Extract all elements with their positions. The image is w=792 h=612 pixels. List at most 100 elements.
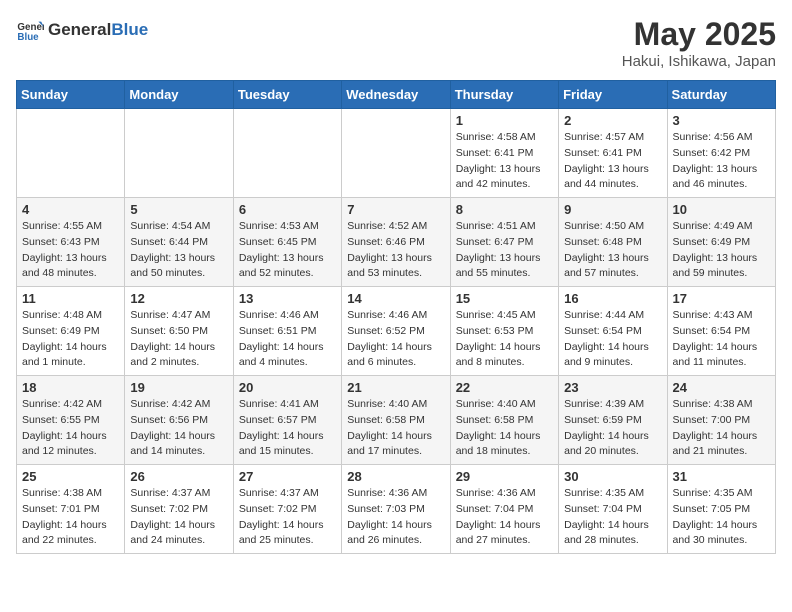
page-header: General Blue General Blue May 2025 Hakui,… bbox=[16, 16, 776, 70]
day-info: Sunrise: 4:42 AM Sunset: 6:55 PM Dayligh… bbox=[22, 397, 119, 460]
day-number: 19 bbox=[130, 380, 227, 395]
day-number: 12 bbox=[130, 291, 227, 306]
weekday-header: Friday bbox=[559, 81, 667, 109]
calendar-cell: 23Sunrise: 4:39 AM Sunset: 6:59 PM Dayli… bbox=[559, 376, 667, 465]
calendar-cell: 26Sunrise: 4:37 AM Sunset: 7:02 PM Dayli… bbox=[125, 465, 233, 554]
day-info: Sunrise: 4:43 AM Sunset: 6:54 PM Dayligh… bbox=[673, 308, 770, 371]
title-area: May 2025 Hakui, Ishikawa, Japan bbox=[622, 16, 776, 70]
calendar-week-row: 4Sunrise: 4:55 AM Sunset: 6:43 PM Daylig… bbox=[17, 198, 776, 287]
calendar-header-row: SundayMondayTuesdayWednesdayThursdayFrid… bbox=[17, 81, 776, 109]
day-info: Sunrise: 4:40 AM Sunset: 6:58 PM Dayligh… bbox=[347, 397, 444, 460]
calendar-cell: 28Sunrise: 4:36 AM Sunset: 7:03 PM Dayli… bbox=[342, 465, 450, 554]
day-info: Sunrise: 4:53 AM Sunset: 6:45 PM Dayligh… bbox=[239, 219, 336, 282]
calendar-cell: 18Sunrise: 4:42 AM Sunset: 6:55 PM Dayli… bbox=[17, 376, 125, 465]
weekday-header: Thursday bbox=[450, 81, 558, 109]
calendar-week-row: 11 Sunrise: 4:48 AM Sunset: 6:49 PM Dayli… bbox=[17, 287, 776, 376]
weekday-header: Sunday bbox=[17, 81, 125, 109]
calendar-cell: 27Sunrise: 4:37 AM Sunset: 7:02 PM Dayli… bbox=[233, 465, 341, 554]
calendar-cell bbox=[342, 109, 450, 198]
day-number: 10 bbox=[673, 202, 770, 217]
logo-general-text: General bbox=[48, 20, 111, 39]
calendar-cell: 4Sunrise: 4:55 AM Sunset: 6:43 PM Daylig… bbox=[17, 198, 125, 287]
day-info: Sunrise: 4:51 AM Sunset: 6:47 PM Dayligh… bbox=[456, 219, 553, 282]
day-info: Sunrise: 4:57 AM Sunset: 6:41 PM Dayligh… bbox=[564, 130, 661, 193]
day-info: Sunrise: 4:46 AM Sunset: 6:51 PM Dayligh… bbox=[239, 308, 336, 371]
day-info: Sunrise: 4:39 AM Sunset: 6:59 PM Dayligh… bbox=[564, 397, 661, 460]
calendar-cell: 7 Sunrise: 4:52 AM Sunset: 6:46 PM Daylig… bbox=[342, 198, 450, 287]
day-info: Sunrise: 4:36 AM Sunset: 7:04 PM Dayligh… bbox=[456, 486, 553, 549]
day-info: Sunrise: 4:44 AM Sunset: 6:54 PM Dayligh… bbox=[564, 308, 661, 371]
weekday-header: Wednesday bbox=[342, 81, 450, 109]
day-number: 6 bbox=[239, 202, 336, 217]
logo-icon: General Blue bbox=[16, 16, 44, 44]
calendar-cell: 8 Sunrise: 4:51 AM Sunset: 6:47 PM Daylig… bbox=[450, 198, 558, 287]
calendar-cell: 20 Sunrise: 4:41 AM Sunset: 6:57 PM Dayli… bbox=[233, 376, 341, 465]
calendar-cell: 11 Sunrise: 4:48 AM Sunset: 6:49 PM Dayli… bbox=[17, 287, 125, 376]
calendar-cell: 17Sunrise: 4:43 AM Sunset: 6:54 PM Dayli… bbox=[667, 287, 775, 376]
day-info: Sunrise: 4:38 AM Sunset: 7:00 PM Dayligh… bbox=[673, 397, 770, 460]
calendar-cell bbox=[125, 109, 233, 198]
calendar-week-row: 18Sunrise: 4:42 AM Sunset: 6:55 PM Dayli… bbox=[17, 376, 776, 465]
calendar-cell: 1 Sunrise: 4:58 AM Sunset: 6:41 PM Daylig… bbox=[450, 109, 558, 198]
calendar-cell: 31Sunrise: 4:35 AM Sunset: 7:05 PM Dayli… bbox=[667, 465, 775, 554]
day-number: 24 bbox=[673, 380, 770, 395]
calendar-cell: 16Sunrise: 4:44 AM Sunset: 6:54 PM Dayli… bbox=[559, 287, 667, 376]
calendar-cell: 6 Sunrise: 4:53 AM Sunset: 6:45 PM Daylig… bbox=[233, 198, 341, 287]
day-info: Sunrise: 4:58 AM Sunset: 6:41 PM Dayligh… bbox=[456, 130, 553, 193]
calendar-cell: 2 Sunrise: 4:57 AM Sunset: 6:41 PM Daylig… bbox=[559, 109, 667, 198]
day-info: Sunrise: 4:40 AM Sunset: 6:58 PM Dayligh… bbox=[456, 397, 553, 460]
calendar-cell: 10 Sunrise: 4:49 AM Sunset: 6:49 PM Dayli… bbox=[667, 198, 775, 287]
day-info: Sunrise: 4:38 AM Sunset: 7:01 PM Dayligh… bbox=[22, 486, 119, 549]
day-info: Sunrise: 4:37 AM Sunset: 7:02 PM Dayligh… bbox=[239, 486, 336, 549]
day-info: Sunrise: 4:42 AM Sunset: 6:56 PM Dayligh… bbox=[130, 397, 227, 460]
day-number: 26 bbox=[130, 469, 227, 484]
day-info: Sunrise: 4:52 AM Sunset: 6:46 PM Dayligh… bbox=[347, 219, 444, 282]
day-number: 1 bbox=[456, 113, 553, 128]
calendar-cell: 30 Sunrise: 4:35 AM Sunset: 7:04 PM Dayli… bbox=[559, 465, 667, 554]
day-info: Sunrise: 4:35 AM Sunset: 7:05 PM Dayligh… bbox=[673, 486, 770, 549]
day-number: 29 bbox=[456, 469, 553, 484]
calendar-cell bbox=[233, 109, 341, 198]
calendar-week-row: 25 Sunrise: 4:38 AM Sunset: 7:01 PM Dayli… bbox=[17, 465, 776, 554]
calendar-table: SundayMondayTuesdayWednesdayThursdayFrid… bbox=[16, 80, 776, 554]
day-number: 11 bbox=[22, 291, 119, 306]
calendar-cell: 12 Sunrise: 4:47 AM Sunset: 6:50 PM Dayli… bbox=[125, 287, 233, 376]
calendar-cell: 21 Sunrise: 4:40 AM Sunset: 6:58 PM Dayli… bbox=[342, 376, 450, 465]
day-number: 28 bbox=[347, 469, 444, 484]
day-number: 30 bbox=[564, 469, 661, 484]
day-number: 7 bbox=[347, 202, 444, 217]
day-number: 5 bbox=[130, 202, 227, 217]
day-number: 2 bbox=[564, 113, 661, 128]
day-info: Sunrise: 4:41 AM Sunset: 6:57 PM Dayligh… bbox=[239, 397, 336, 460]
day-info: Sunrise: 4:45 AM Sunset: 6:53 PM Dayligh… bbox=[456, 308, 553, 371]
calendar-cell: 3Sunrise: 4:56 AM Sunset: 6:42 PM Daylig… bbox=[667, 109, 775, 198]
weekday-header: Monday bbox=[125, 81, 233, 109]
day-info: Sunrise: 4:46 AM Sunset: 6:52 PM Dayligh… bbox=[347, 308, 444, 371]
calendar-week-row: 1 Sunrise: 4:58 AM Sunset: 6:41 PM Daylig… bbox=[17, 109, 776, 198]
day-number: 25 bbox=[22, 469, 119, 484]
logo: General Blue General Blue bbox=[16, 16, 148, 44]
day-info: Sunrise: 4:50 AM Sunset: 6:48 PM Dayligh… bbox=[564, 219, 661, 282]
day-info: Sunrise: 4:48 AM Sunset: 6:49 PM Dayligh… bbox=[22, 308, 119, 371]
day-number: 13 bbox=[239, 291, 336, 306]
calendar-cell: 5 Sunrise: 4:54 AM Sunset: 6:44 PM Daylig… bbox=[125, 198, 233, 287]
day-number: 3 bbox=[673, 113, 770, 128]
day-info: Sunrise: 4:49 AM Sunset: 6:49 PM Dayligh… bbox=[673, 219, 770, 282]
day-info: Sunrise: 4:35 AM Sunset: 7:04 PM Dayligh… bbox=[564, 486, 661, 549]
calendar-cell: 24 Sunrise: 4:38 AM Sunset: 7:00 PM Dayli… bbox=[667, 376, 775, 465]
calendar-cell: 29 Sunrise: 4:36 AM Sunset: 7:04 PM Dayli… bbox=[450, 465, 558, 554]
day-number: 15 bbox=[456, 291, 553, 306]
day-number: 21 bbox=[347, 380, 444, 395]
day-info: Sunrise: 4:55 AM Sunset: 6:43 PM Dayligh… bbox=[22, 219, 119, 282]
day-info: Sunrise: 4:47 AM Sunset: 6:50 PM Dayligh… bbox=[130, 308, 227, 371]
calendar-cell: 14Sunrise: 4:46 AM Sunset: 6:52 PM Dayli… bbox=[342, 287, 450, 376]
location-title: Hakui, Ishikawa, Japan bbox=[622, 53, 776, 70]
day-info: Sunrise: 4:54 AM Sunset: 6:44 PM Dayligh… bbox=[130, 219, 227, 282]
calendar-cell: 25 Sunrise: 4:38 AM Sunset: 7:01 PM Dayli… bbox=[17, 465, 125, 554]
calendar-cell: 22Sunrise: 4:40 AM Sunset: 6:58 PM Dayli… bbox=[450, 376, 558, 465]
calendar-cell: 13 Sunrise: 4:46 AM Sunset: 6:51 PM Dayli… bbox=[233, 287, 341, 376]
svg-text:Blue: Blue bbox=[17, 32, 39, 43]
weekday-header: Tuesday bbox=[233, 81, 341, 109]
day-number: 8 bbox=[456, 202, 553, 217]
day-number: 20 bbox=[239, 380, 336, 395]
